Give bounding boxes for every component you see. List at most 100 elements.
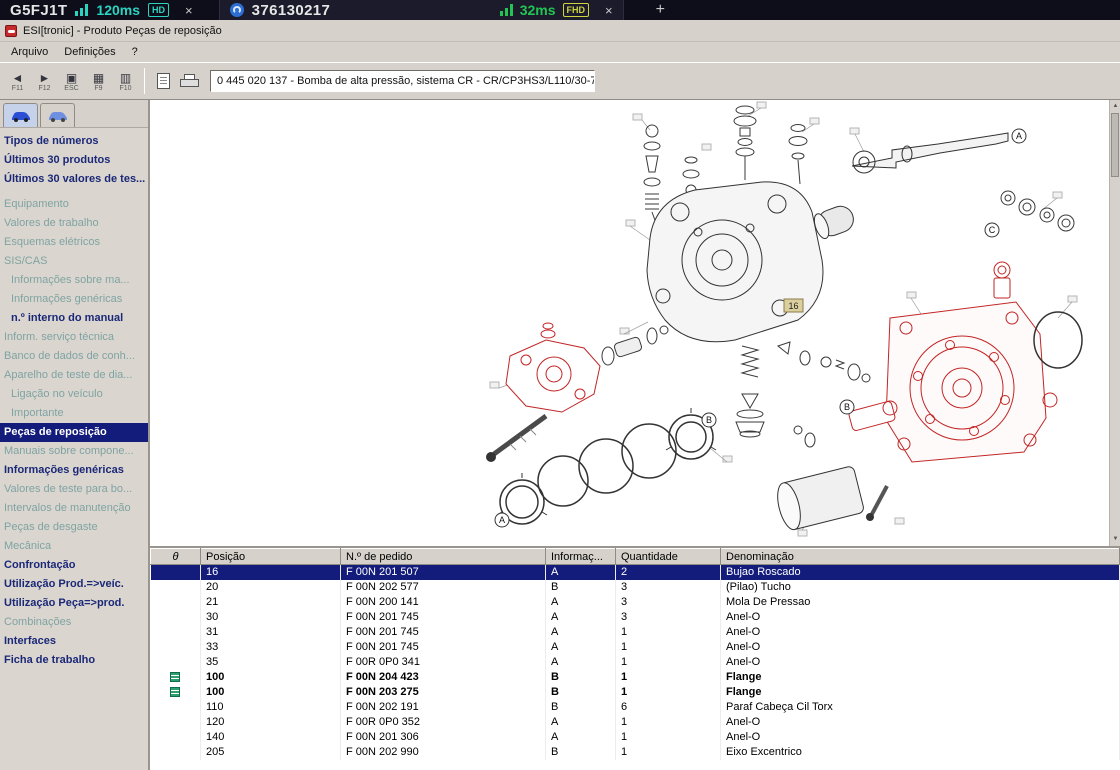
- grid-button[interactable]: ▦F9: [85, 65, 112, 97]
- bushing[interactable]: [811, 203, 857, 241]
- cell-informacao: A: [546, 655, 616, 670]
- cell-pedido: F 00N 201 745: [341, 640, 546, 655]
- scrollbar-thumb[interactable]: [1111, 113, 1119, 177]
- document-link-icon[interactable]: [170, 687, 180, 697]
- valve-stack[interactable]: [736, 342, 815, 447]
- panels-button[interactable]: ▥F10: [112, 65, 139, 97]
- browser-tab-2[interactable]: 376130217 32ms FHD ×: [219, 0, 624, 20]
- table-row[interactable]: 140F 00N 201 306A1Anel-O: [151, 730, 1120, 745]
- parts-table-body: 16F 00N 201 507A2Bujao Roscado20F 00N 20…: [151, 565, 1120, 760]
- column-header[interactable]: Informaç...: [546, 549, 616, 565]
- sidebar-item-confrontacao[interactable]: Confrontação: [0, 556, 148, 575]
- cell-posicao: 35: [201, 655, 341, 670]
- menu-arquivo[interactable]: Arquivo: [3, 44, 56, 60]
- column-header[interactable]: N.º de pedido: [341, 549, 546, 565]
- cell-pedido: F 00N 203 275: [341, 685, 546, 700]
- callout-b: B: [840, 400, 854, 414]
- table-row[interactable]: 31F 00N 201 745A1Anel-O: [151, 625, 1120, 640]
- menu-bar: Arquivo Definições ?: [0, 42, 1120, 62]
- cell-quantidade: 3: [616, 580, 721, 595]
- cell-posicao: 120: [201, 715, 341, 730]
- cell-quantidade: 1: [616, 745, 721, 760]
- cell-denominacao: Bujao Roscado: [721, 565, 1120, 580]
- sidebar-item-n-interno-do-manual[interactable]: n.º interno do manual: [0, 309, 148, 328]
- sidebar-item-banco-de-dados-de-conh: Banco de dados de conh...: [0, 347, 148, 366]
- column-header[interactable]: Posição: [201, 549, 341, 565]
- forward-button[interactable]: ►F12: [31, 65, 58, 97]
- tab1-latency: 120ms: [96, 2, 140, 18]
- back-button[interactable]: ◄F11: [4, 65, 31, 97]
- table-row[interactable]: 33F 00N 201 745A1Anel-O: [151, 640, 1120, 655]
- table-row[interactable]: 100F 00N 204 423B1Flange: [151, 670, 1120, 685]
- large-oring-right[interactable]: [1034, 312, 1082, 368]
- sidebar-item-informacoes-genericas-2[interactable]: Informações genéricas: [0, 461, 148, 480]
- sidebar-item-mecanica: Mecânica: [0, 537, 148, 556]
- inlet-valve-parts[interactable]: [821, 357, 870, 382]
- sidebar-item-ficha-de-trabalho[interactable]: Ficha de trabalho: [0, 651, 148, 670]
- column-header[interactable]: θ: [151, 549, 201, 565]
- sidebar-item-ultimos-30-valores[interactable]: Últimos 30 valores de tes...: [0, 170, 148, 189]
- close-tab-icon[interactable]: ×: [185, 3, 193, 18]
- cell-informacao: A: [546, 595, 616, 610]
- sidebar-item-pecas-de-reposicao[interactable]: Peças de reposição: [0, 423, 148, 442]
- table-row[interactable]: 30F 00N 201 745A3Anel-O: [151, 610, 1120, 625]
- selected-part-marker[interactable]: 16: [784, 299, 803, 312]
- red-overflow-valve[interactable]: [994, 262, 1010, 298]
- table-row[interactable]: 120F 00R 0P0 352A1Anel-O: [151, 715, 1120, 730]
- pump-housing[interactable]: [647, 182, 823, 342]
- tappet-cylinder[interactable]: [774, 466, 865, 532]
- sidebar-item-aparelho-de-teste-de-dia: Aparelho de teste de dia...: [0, 366, 148, 385]
- new-tab-button[interactable]: +: [656, 1, 665, 19]
- cell-posicao: 16: [201, 565, 341, 580]
- close-tab-icon[interactable]: ×: [605, 3, 613, 18]
- cell-quantidade: 6: [616, 700, 721, 715]
- sidebar-item-informacoes-sobre-ma: Informações sobre ma...: [0, 271, 148, 290]
- table-row[interactable]: 16F 00N 201 507A2Bujao Roscado: [151, 565, 1120, 580]
- column-header[interactable]: Quantidade: [616, 549, 721, 565]
- browser-tab-1[interactable]: G5FJ1T 120ms HD ×: [0, 0, 203, 20]
- table-row[interactable]: 205F 00N 202 990B1Eixo Excentrico: [151, 745, 1120, 760]
- cell-denominacao: Paraf Cabeça Cil Torx: [721, 700, 1120, 715]
- product-field[interactable]: 0 445 020 137 - Bomba de alta pressão, s…: [210, 70, 595, 92]
- vehicle-tab-2[interactable]: [40, 103, 75, 127]
- red-metering-unit[interactable]: [506, 323, 600, 412]
- document-link-icon[interactable]: [170, 672, 180, 682]
- cell-quantidade: 1: [616, 670, 721, 685]
- sidebar-item-utilizacao-prod-veic[interactable]: Utilização Prod.=>veíc.: [0, 575, 148, 594]
- cell-pedido: F 00N 201 745: [341, 625, 546, 640]
- main-pane: ACBBA16 ▲ ▼ θPosiçãoN.º de pedidoInforma…: [150, 100, 1120, 770]
- sidebar-item-utilizacao-peca-prod[interactable]: Utilização Peça=>prod.: [0, 594, 148, 613]
- small-screw[interactable]: [866, 486, 887, 521]
- table-row[interactable]: 100F 00N 203 275B1Flange: [151, 685, 1120, 700]
- parts-table-header-row: θPosiçãoN.º de pedidoInformaç...Quantida…: [151, 549, 1120, 565]
- cell-informacao: A: [546, 610, 616, 625]
- escape-button[interactable]: ▣ESC: [58, 65, 85, 97]
- mounting-bolt[interactable]: [486, 416, 546, 462]
- drive-shaft[interactable]: [852, 133, 1008, 173]
- right-fasteners[interactable]: [1001, 191, 1074, 231]
- table-row[interactable]: 21F 00N 200 141A3Mola De Pressao: [151, 595, 1120, 610]
- cell-posicao: 21: [201, 595, 341, 610]
- menu-definicoes[interactable]: Definições: [56, 44, 123, 60]
- vehicle-tab-1[interactable]: [3, 103, 38, 127]
- sidebar-item-tipos-de-numeros[interactable]: Tipos de números: [0, 132, 148, 151]
- table-row[interactable]: 35F 00R 0P0 341A1Anel-O: [151, 655, 1120, 670]
- table-row[interactable]: 110F 00N 202 191B6Paraf Cabeça Cil Torx: [151, 700, 1120, 715]
- sidebar-item-ultimos-30-produtos[interactable]: Últimos 30 produtos: [0, 151, 148, 170]
- table-row[interactable]: 20F 00N 202 577B3(Pilao) Tucho: [151, 580, 1120, 595]
- document-button[interactable]: [150, 66, 176, 96]
- sidebar-item-valores-de-trabalho: Valores de trabalho: [0, 214, 148, 233]
- column-header[interactable]: Denominação: [721, 549, 1120, 565]
- tab2-latency: 32ms: [520, 2, 556, 18]
- diagram-scrollbar[interactable]: ▲ ▼: [1109, 100, 1120, 546]
- scroll-up-icon[interactable]: ▲: [1110, 101, 1120, 112]
- red-flange-assembly[interactable]: [886, 302, 1046, 462]
- print-button[interactable]: [176, 66, 202, 96]
- row-icon-cell: [151, 745, 201, 760]
- scroll-down-icon[interactable]: ▼: [1110, 534, 1120, 545]
- fastener-stack-top[interactable]: [734, 106, 807, 184]
- tab2-quality-badge: FHD: [563, 3, 590, 17]
- metering-unit-black-parts[interactable]: [602, 326, 668, 365]
- sidebar-item-interfaces[interactable]: Interfaces: [0, 632, 148, 651]
- menu-help[interactable]: ?: [124, 44, 146, 60]
